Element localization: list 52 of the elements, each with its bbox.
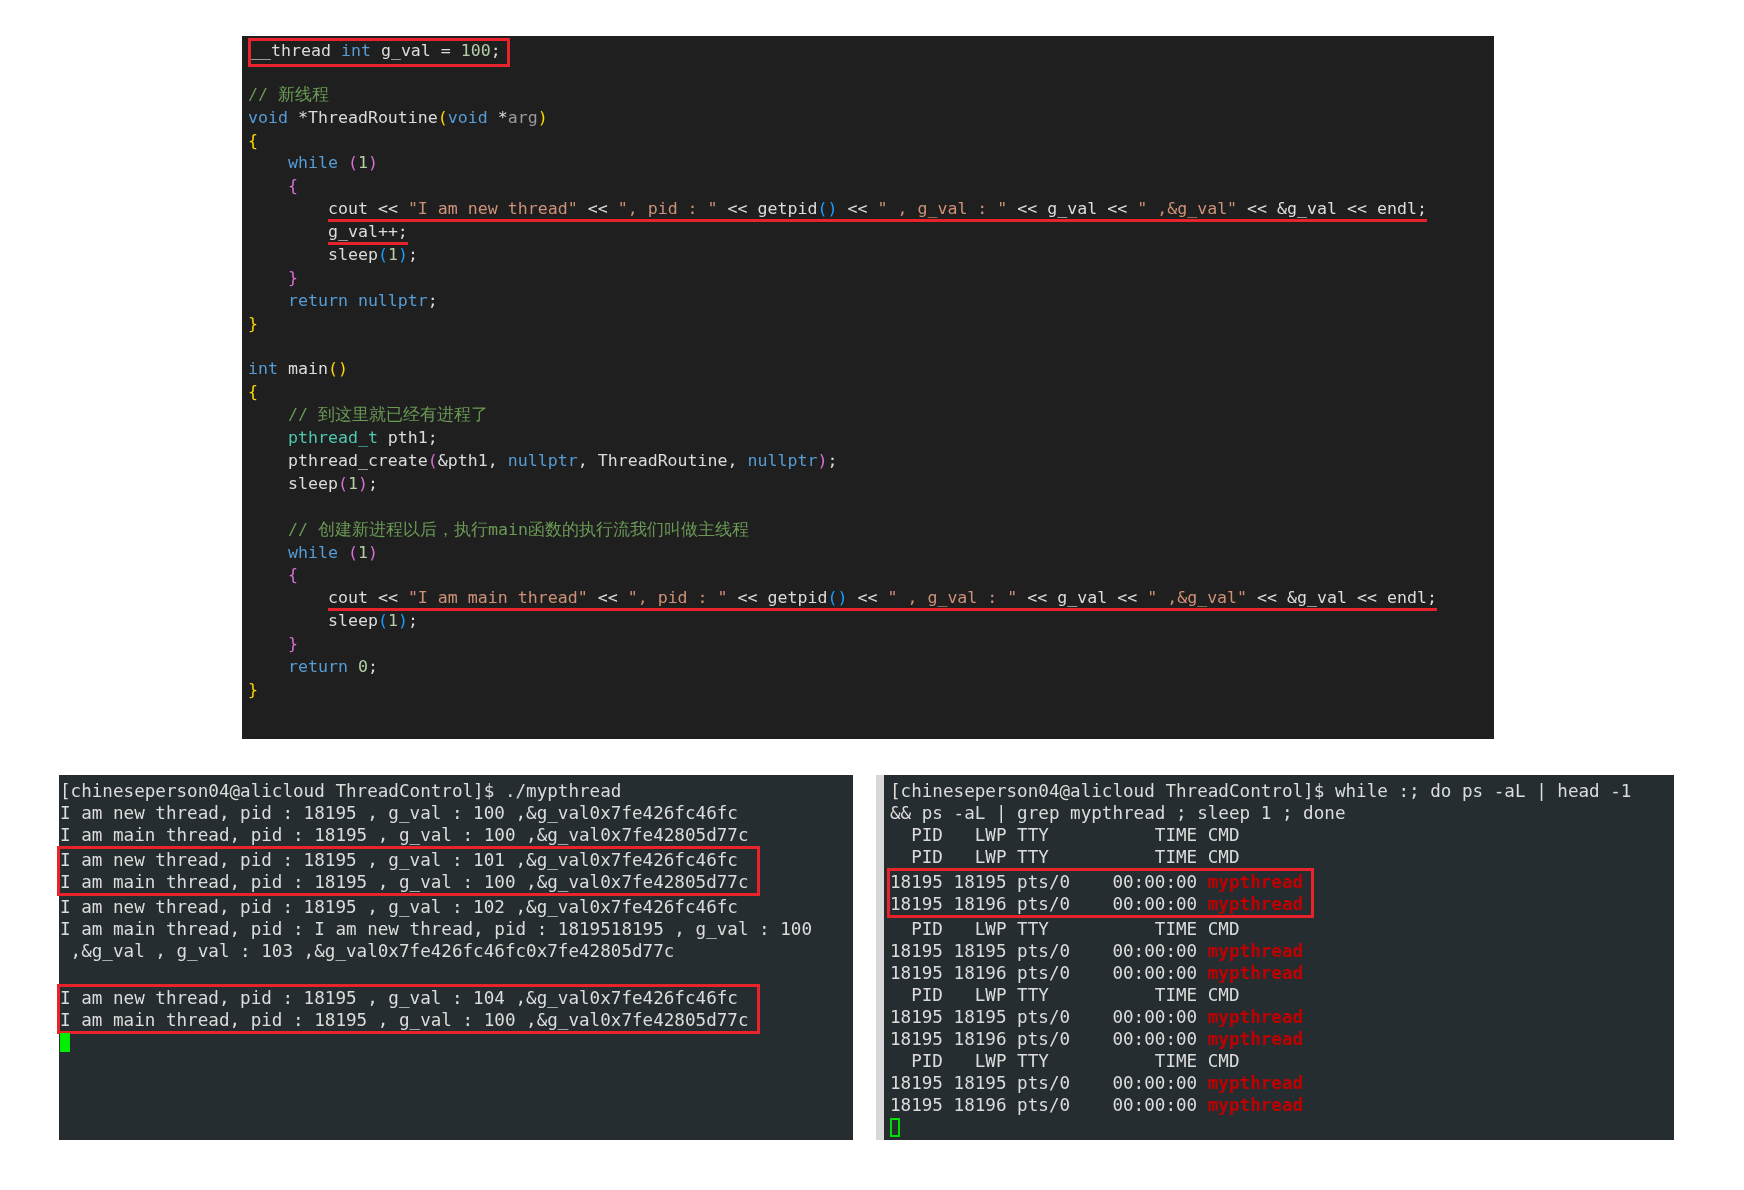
code-line: cout << "I am main thread" << ", pid : " << getpid() << " , g_val : " << g_val << " ,&g_val" << &g_val << endl; (248, 588, 1437, 612)
terminal-line: 18195 18196 pts/0 00:00:00 mypthread (890, 1094, 1304, 1116)
terminal-line: [chineseperson04@alicloud ThreadControl]$ ./mypthread (60, 780, 623, 802)
terminal-line: I am main thread, pid : 18195 , g_val : 100 ,&g_val0x7fe42805d77c (60, 1009, 749, 1031)
terminal-line: ,&g_val , g_val : 103 ,&g_val0x7fe426fc46fc0x7fe42805d77c (69, 940, 676, 962)
code-line: sleep(1); (286, 473, 378, 494)
terminal-line: 18195 18195 pts/0 00:00:00 mypthread (890, 1006, 1304, 1028)
terminal-line: I am main thread, pid : 18195 , g_val : 100 ,&g_val0x7fe42805d77c (60, 824, 749, 846)
terminal-line: PID LWP TTY TIME CMD (910, 824, 1241, 846)
code-line: } (248, 679, 258, 700)
code-line: while (1) (286, 542, 378, 563)
code-line: pthread_t pth1; (286, 428, 438, 449)
terminal-line: 18195 18196 pts/0 00:00:00 mypthread (890, 893, 1304, 915)
terminal-line: I am main thread, pid : 18195 , g_val : 100 ,&g_val0x7fe42805d77c (60, 871, 749, 893)
code-line: sleep(1); (326, 245, 418, 265)
code-line: // 到这里就已经有进程了 (286, 405, 488, 426)
terminal-line: PID LWP TTY TIME CMD (910, 918, 1241, 940)
code-line: return 0; (286, 657, 378, 678)
terminal-line: I am new thread, pid : 18195 , g_val : 104 ,&g_val0x7fe426fc46fc (60, 987, 739, 1009)
terminal-line: 18195 18195 pts/0 00:00:00 mypthread (890, 940, 1304, 962)
terminal-line: PID LWP TTY TIME CMD (910, 1050, 1241, 1072)
terminal-line: I am main thread, pid : I am new thread, pid : 1819518195 , g_val : 100 (60, 918, 813, 940)
code-line: pthread_create(&pth1, nullptr, ThreadRoutine, nullptr); (286, 451, 838, 472)
text-cursor (890, 1118, 900, 1137)
code-line: cout << "I am new thread" << ", pid : " << getpid() << " , g_val : " << g_val << " ,&g_val" << &g_val << endl; (248, 199, 1427, 223)
code-line: { (248, 382, 258, 403)
code-line: // 创建新进程以后，执行main函数的执行流我们叫做主线程 (286, 519, 749, 540)
code-line: } (286, 634, 298, 655)
code-line: } (286, 267, 298, 288)
code-line: { (286, 565, 298, 586)
code-line: void *ThreadRoutine(void *arg) (248, 107, 548, 128)
terminal-line: 18195 18195 pts/0 00:00:00 mypthread (890, 1072, 1304, 1094)
terminal-line: PID LWP TTY TIME CMD (910, 846, 1241, 868)
terminal-line: I am new thread, pid : 18195 , g_val : 100 ,&g_val0x7fe426fc46fc (60, 802, 739, 824)
terminal-line: 18195 18196 pts/0 00:00:00 mypthread (890, 1028, 1304, 1050)
terminal-line: && ps -aL | grep mypthread ; sleep 1 ; done (890, 802, 1347, 824)
text-cursor (60, 1033, 70, 1052)
terminal-line: 18195 18195 pts/0 00:00:00 mypthread (890, 871, 1304, 893)
terminal-line: PID LWP TTY TIME CMD (910, 984, 1241, 1006)
code-line: return nullptr; (286, 290, 438, 311)
code-line: sleep(1); (326, 611, 418, 632)
code-line: } (248, 313, 258, 334)
code-line: int main() (248, 359, 348, 380)
code-line: // 新线程 (248, 84, 329, 105)
code-line: g_val++; (248, 222, 408, 246)
code-line: { (286, 176, 298, 197)
terminal-line: I am new thread, pid : 18195 , g_val : 101 ,&g_val0x7fe426fc46fc (60, 849, 739, 871)
terminal-line: 18195 18196 pts/0 00:00:00 mypthread (890, 962, 1304, 984)
code-line: { (248, 130, 258, 151)
code-line: while (1) (286, 153, 378, 174)
terminal-line: [chineseperson04@alicloud ThreadControl]$ while :; do ps -aL | head -1 (890, 780, 1632, 802)
terminal-line: I am new thread, pid : 18195 , g_val : 102 ,&g_val0x7fe426fc46fc (60, 896, 739, 918)
